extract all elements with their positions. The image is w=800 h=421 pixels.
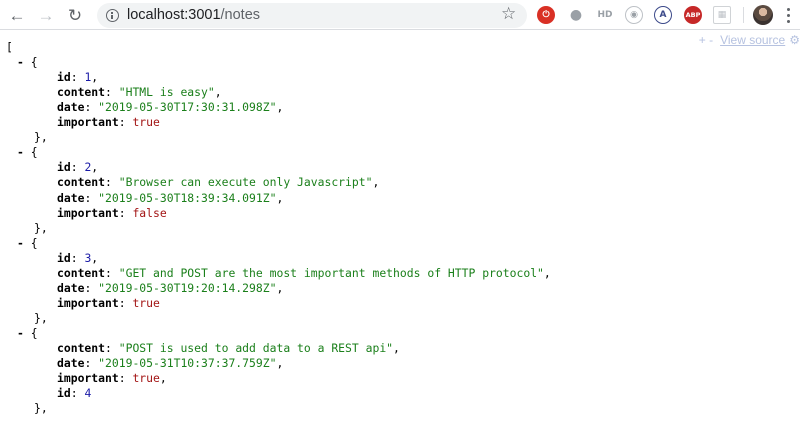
json-field-important: important: true, [57, 371, 167, 386]
json-value: "POST is used to add data to a REST api" [118, 341, 394, 355]
json-key: important [57, 205, 119, 220]
json-field-date: date: "2019-05-30T18:39:34.091Z", [57, 190, 284, 205]
extension-hd-icon[interactable]: HD [596, 6, 614, 24]
json-field-important: important: true [57, 115, 160, 130]
kebab-menu-icon[interactable] [783, 4, 793, 26]
json-key: id [57, 250, 71, 265]
json-value: 2 [84, 160, 92, 175]
json-viewer-toolbar: + - View source ⚙ [699, 33, 800, 47]
json-object-close: }, [34, 401, 48, 416]
profile-avatar[interactable] [753, 5, 773, 25]
forward-arrow-icon[interactable]: → [35, 4, 57, 26]
json-object-close: }, [34, 220, 48, 235]
json-value: true [132, 371, 160, 386]
json-value: "2019-05-30T18:39:34.091Z" [98, 190, 277, 205]
json-field-important: important: false [57, 205, 167, 220]
json-key: date [57, 356, 85, 371]
extension-grid-icon[interactable]: ▦ [713, 6, 731, 24]
json-value: "HTML is easy" [118, 85, 215, 100]
json-key: content [57, 175, 106, 190]
back-arrow-icon[interactable]: ← [6, 4, 28, 26]
collapse-toggle[interactable]: - [17, 55, 24, 69]
extension-a-icon[interactable]: A [654, 6, 672, 24]
json-value: "2019-05-30T17:30:31.098Z" [98, 100, 277, 115]
json-key: date [57, 100, 85, 115]
json-field-id: id: 2, [57, 160, 99, 175]
json-key: date [57, 190, 85, 205]
json-object-close: }, [34, 130, 48, 145]
json-field-content: content: "GET and POST are the most impo… [57, 265, 551, 280]
json-value: 1 [84, 70, 92, 85]
json-value: "2019-05-31T10:37:37.759Z" [98, 356, 277, 371]
json-object-open: - { [17, 325, 38, 340]
info-icon[interactable] [106, 9, 119, 22]
json-key: content [57, 85, 106, 100]
json-object-open: - { [17, 235, 38, 250]
collapse-toggle[interactable]: - [17, 326, 24, 340]
json-field-id: id: 1, [57, 70, 99, 85]
json-object-open: - { [17, 145, 38, 160]
json-value: true [132, 295, 160, 310]
json-open-bracket: [ [6, 40, 13, 54]
json-field-date: date: "2019-05-30T19:20:14.298Z", [57, 280, 284, 295]
json-field-content: content: "HTML is easy", [57, 85, 222, 100]
extension-grey-blob-icon[interactable]: ● [567, 6, 585, 24]
url-host: localhost:3001 [127, 7, 221, 23]
collapse-toggle[interactable]: - [17, 145, 24, 159]
url-path: /notes [220, 7, 261, 23]
toolbar-divider [743, 7, 744, 23]
view-source-link[interactable]: View source [720, 33, 785, 47]
url-text[interactable]: localhost:3001/notes [127, 7, 260, 23]
json-field-important: important: true [57, 295, 160, 310]
gear-icon[interactable]: ⚙ [789, 33, 800, 47]
address-bar[interactable]: localhost:3001/notes ☆ [97, 3, 527, 28]
json-field-id: id: 4 [57, 386, 92, 401]
browser-toolbar: ← → ↻ localhost:3001/notes ☆ ⏻ ● HD ◉ A … [0, 0, 800, 30]
json-value: "2019-05-30T19:20:14.298Z" [98, 280, 277, 295]
json-field-id: id: 3, [57, 250, 99, 265]
json-key: id [57, 70, 71, 85]
json-field-date: date: "2019-05-30T17:30:31.098Z", [57, 100, 284, 115]
extension-red-icon[interactable]: ⏻ [537, 6, 555, 24]
json-key: important [57, 115, 119, 130]
json-field-content: content: "Browser can execute only Javas… [57, 175, 380, 190]
json-key: id [57, 386, 71, 401]
json-object-close: }, [34, 310, 48, 325]
json-key: content [57, 265, 106, 280]
extension-circle-icon[interactable]: ◉ [625, 6, 643, 24]
json-field-date: date: "2019-05-31T10:37:37.759Z", [57, 356, 284, 371]
reload-icon[interactable]: ↻ [64, 4, 86, 26]
json-viewer: + - View source ⚙ [ - { id: 1, content: "HTML… [0, 31, 800, 421]
json-key: date [57, 280, 85, 295]
json-value: 3 [84, 250, 92, 265]
json-key: important [57, 371, 119, 386]
json-object-open: - { [17, 55, 38, 70]
json-value: false [132, 205, 167, 220]
bookmark-star-icon[interactable]: ☆ [501, 4, 516, 24]
json-value: 4 [84, 386, 92, 401]
collapse-toggle[interactable]: - [17, 236, 24, 250]
collapse-toggles[interactable]: + - [699, 33, 713, 47]
json-key: id [57, 160, 71, 175]
json-value: "GET and POST are the most important met… [118, 265, 544, 280]
json-key: important [57, 295, 119, 310]
json-key: content [57, 341, 106, 355]
json-value: true [132, 115, 160, 130]
adblock-plus-icon[interactable]: ABP [684, 6, 702, 24]
json-value: "Browser can execute only Javascript" [118, 175, 373, 190]
json-field-content: content: "POST is used to add data to a … [57, 341, 400, 355]
